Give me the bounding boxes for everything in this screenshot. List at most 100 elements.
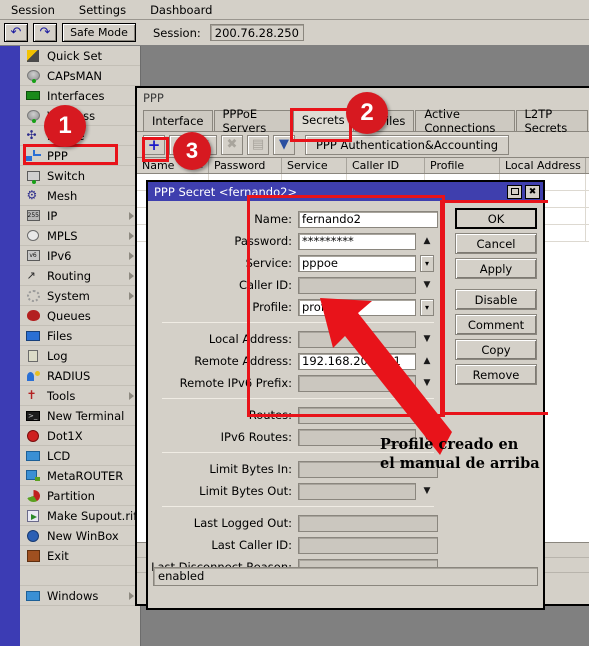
sidebar-item-log[interactable]: Log	[20, 346, 140, 366]
sidebar-item-label: LCD	[47, 448, 71, 463]
tools-icon: ✝	[26, 387, 37, 402]
tab-active-connections[interactable]: Active Connections	[415, 107, 515, 135]
step-badge-1: 1	[44, 105, 86, 147]
sidebar-item-new-terminal[interactable]: >_ New Terminal	[20, 406, 140, 426]
sidebar-item-capsman[interactable]: CAPsMAN	[20, 66, 140, 86]
column-header-profile[interactable]: Profile	[425, 158, 500, 173]
radius-key-icon	[25, 369, 41, 383]
sidebar-item-exit[interactable]: Exit	[20, 546, 140, 566]
sidebar-item-radius[interactable]: RADIUS	[20, 366, 140, 386]
terminal-icon: >_	[25, 409, 41, 423]
windows-icon	[25, 589, 41, 603]
sidebar-item-label: Queues	[47, 308, 91, 323]
column-header-local-address[interactable]: Local Address	[500, 158, 586, 173]
sidebar-item-files[interactable]: Files	[20, 326, 140, 346]
sidebar-item-windows[interactable]: Windows	[20, 586, 140, 606]
sidebar-item-label: IP	[47, 208, 58, 223]
log-icon	[25, 349, 41, 363]
sidebar-item-metarouter[interactable]: MetaROUTER	[20, 466, 140, 486]
app-menubar: Session Settings Dashboard	[0, 0, 589, 20]
field-limit-bytes-out: Limit Bytes Out: ▼	[148, 481, 448, 501]
sidebar-item-mpls[interactable]: MPLS	[20, 226, 140, 246]
chevron-right-icon	[129, 252, 134, 260]
column-header-caller-id[interactable]: Caller ID	[347, 158, 425, 173]
sidebar-item-label: Partition	[47, 488, 95, 503]
chevron-right-icon	[129, 212, 134, 220]
safe-mode-button[interactable]: Safe Mode	[62, 23, 136, 42]
sidebar-item-label: IPv6	[47, 248, 72, 263]
field-label: Last Caller ID:	[211, 538, 292, 552]
sidebar-item-label: New Terminal	[47, 408, 125, 423]
highlight-box-buttons	[440, 200, 548, 415]
sidebar-item-partition[interactable]: Partition	[20, 486, 140, 506]
tab-pppoe-servers[interactable]: PPPoE Servers	[213, 107, 292, 135]
chevron-right-icon	[129, 592, 134, 600]
sidebar-item-label: Quick Set	[47, 48, 103, 63]
redo-arrow-icon[interactable]: ↷	[33, 23, 57, 42]
column-header-service[interactable]: Service	[282, 158, 347, 173]
sidebar-item-label: Switch	[47, 168, 86, 183]
wand-icon	[25, 49, 41, 63]
folder-icon	[25, 329, 41, 343]
sidebar-item-label: Make Supout.rif	[47, 508, 138, 523]
menu-session[interactable]: Session	[8, 1, 58, 19]
ppp-window-title: PPP	[143, 90, 164, 105]
sidebar-item-quick-set[interactable]: Quick Set	[20, 46, 140, 66]
field-label: Last Logged Out:	[193, 516, 292, 530]
sidebar-item-dot1x[interactable]: Dot1X	[20, 426, 140, 446]
sidebar-item-queues[interactable]: Queues	[20, 306, 140, 326]
sidebar-item-make-supout[interactable]: Make Supout.rif	[20, 506, 140, 526]
sidebar-item-label: Log	[47, 348, 68, 363]
sidebar-spacer	[20, 566, 140, 586]
cross-icon[interactable]: ✖	[221, 134, 243, 155]
sidebar-item-label: MetaROUTER	[47, 468, 124, 483]
column-header-password[interactable]: Password	[209, 158, 282, 173]
sidebar-item-routing[interactable]: ↗ Routing	[20, 266, 140, 286]
tab-l2tp-secrets[interactable]: L2TP Secrets	[515, 107, 588, 135]
field-label: Limit Bytes Out:	[199, 484, 292, 498]
app-toolbar: ↶ ↷ Safe Mode Session: 200.76.28.250	[0, 20, 589, 46]
undo-arrow-icon[interactable]: ↶	[4, 23, 28, 42]
comment-icon[interactable]: ▤	[247, 134, 269, 155]
highlight-box-add-button	[142, 137, 169, 162]
switch-icon	[25, 169, 41, 184]
sidebar-item-label: New WinBox	[47, 528, 119, 543]
session-label: Session:	[153, 25, 201, 40]
maximize-icon[interactable]	[507, 184, 522, 199]
ipv6-icon: v6	[25, 249, 41, 263]
metarouter-icon	[25, 469, 41, 483]
sidebar-item-tools[interactable]: ✝ Tools	[20, 386, 140, 406]
field-label: IPv6 Routes:	[220, 430, 292, 444]
highlight-box-form	[247, 195, 445, 417]
sidebar-item-ipv6[interactable]: v6 IPv6	[20, 246, 140, 266]
session-address-field[interactable]: 200.76.28.250	[209, 24, 304, 41]
sidebar-item-switch[interactable]: Switch	[20, 166, 140, 186]
step-badge-2: 2	[346, 92, 388, 134]
sidebar-item-ip[interactable]: 255 IP	[20, 206, 140, 226]
system-gear-icon	[25, 289, 41, 303]
sidebar-item-label: Dot1X	[47, 428, 83, 443]
sidebar-item-system[interactable]: System	[20, 286, 140, 306]
limit-bytes-out-input[interactable]	[298, 482, 416, 500]
queues-icon	[25, 309, 41, 323]
sidebar-item-label: MPLS	[47, 228, 78, 243]
routing-icon: ↗	[26, 268, 36, 282]
tab-interface[interactable]: Interface	[143, 110, 213, 131]
sidebar-item-label: Interfaces	[47, 88, 105, 103]
sidebar-item-label: Windows	[47, 588, 99, 603]
sidebar-item-interfaces[interactable]: Interfaces	[20, 86, 140, 106]
mesh-icon: ⚙	[26, 187, 38, 202]
limit-bytes-out-expand-icon[interactable]: ▼	[420, 483, 434, 500]
sidebar-item-new-winbox[interactable]: New WinBox	[20, 526, 140, 546]
last-logged-out-value	[298, 514, 438, 532]
menu-dashboard[interactable]: Dashboard	[147, 1, 215, 19]
lcd-icon	[25, 449, 41, 463]
supout-icon	[25, 509, 41, 523]
sidebar-item-lcd[interactable]: LCD	[20, 446, 140, 466]
close-icon[interactable]: ✖	[525, 184, 540, 199]
sidebar-item-label: System	[47, 288, 90, 303]
menu-settings[interactable]: Settings	[76, 1, 129, 19]
chevron-right-icon	[129, 272, 134, 280]
sidebar-item-mesh[interactable]: ⚙ Mesh	[20, 186, 140, 206]
partition-icon	[25, 489, 41, 503]
